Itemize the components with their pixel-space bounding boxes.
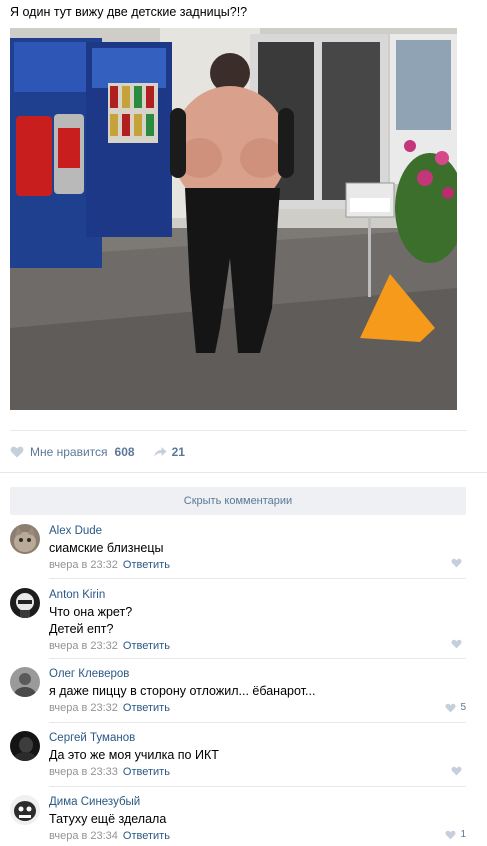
comment-like-count: 1 <box>460 829 466 840</box>
comment-author[interactable]: Alex Dude <box>49 524 466 539</box>
comment-time[interactable]: вчера в 23:32 <box>49 702 118 714</box>
comment-like-button[interactable] <box>451 766 466 776</box>
comment-meta: вчера в 23:34 Ответить <box>49 829 466 843</box>
monster-avatar-icon <box>10 795 40 825</box>
post-photo[interactable] <box>10 28 457 410</box>
cat-avatar-icon <box>10 524 40 554</box>
avatar[interactable] <box>10 795 40 825</box>
heart-icon <box>451 558 462 568</box>
person-avatar-icon <box>10 731 40 761</box>
like-label: Мне нравится <box>30 445 108 459</box>
post-photo-image <box>10 28 457 410</box>
comment-time[interactable]: вчера в 23:32 <box>49 640 118 652</box>
comment-author[interactable]: Сергей Туманов <box>49 731 466 746</box>
comment-meta: вчера в 23:32 Ответить <box>49 639 466 653</box>
reply-link[interactable]: Ответить <box>123 702 170 714</box>
reply-link[interactable]: Ответить <box>123 640 170 652</box>
comment-author[interactable]: Дима Синезубый <box>49 795 466 810</box>
comment-meta: вчера в 23:33 Ответить <box>49 765 466 779</box>
comment-text: сиамские близнецы <box>49 541 164 555</box>
comment-time[interactable]: вчера в 23:32 <box>49 559 118 571</box>
comment-divider <box>49 658 466 659</box>
comment-author[interactable]: Олег Клеверов <box>49 667 466 682</box>
comment-text: Да это же моя училка по ИКТ <box>49 748 219 762</box>
like-count: 608 <box>114 445 135 459</box>
comment-item: Олег Клеверов я даже пиццу в сторону отл… <box>10 667 466 715</box>
share-count: 21 <box>171 445 185 459</box>
reply-link[interactable]: Ответить <box>123 830 170 842</box>
comment-like-button[interactable] <box>451 558 466 568</box>
comment-item: Дима Синезубый Татуху ещё зделала вчера … <box>10 795 466 843</box>
heart-icon <box>445 830 456 839</box>
comment-divider <box>49 578 466 579</box>
share-icon <box>153 447 167 457</box>
comment-item: Anton Kirin Что она жрет? Детей епт? вче… <box>10 588 466 652</box>
post-text: Я один тут вижу две детские задницы?!? <box>10 5 248 19</box>
comment-item: Alex Dude сиамские близнецы вчера в 23:3… <box>10 524 466 572</box>
hide-comments-button[interactable]: Скрыть комментарии <box>10 487 466 515</box>
comment-meta: вчера в 23:32 Ответить <box>49 558 466 572</box>
comment-meta: вчера в 23:32 Ответить <box>49 701 466 715</box>
share-button[interactable]: 21 <box>153 445 185 459</box>
post-divider <box>10 430 467 431</box>
comment-text: Татуху ещё зделала <box>49 812 167 826</box>
comment-item: Сергей Туманов Да это же моя училка по И… <box>10 731 466 779</box>
avatar[interactable] <box>10 524 40 554</box>
comment-like-button[interactable] <box>451 639 466 649</box>
avatar[interactable] <box>10 588 40 618</box>
avatar[interactable] <box>10 731 40 761</box>
reply-link[interactable]: Ответить <box>123 766 170 778</box>
comment-divider <box>49 722 466 723</box>
heart-icon <box>10 446 24 458</box>
comment-text: Что она жрет? <box>49 605 133 619</box>
helmet-avatar-icon <box>10 588 40 618</box>
heart-icon <box>451 639 462 649</box>
comment-time[interactable]: вчера в 23:33 <box>49 766 118 778</box>
comment-author[interactable]: Anton Kirin <box>49 588 466 603</box>
reply-link[interactable]: Ответить <box>123 559 170 571</box>
person-avatar-icon <box>10 667 40 697</box>
comment-like-button[interactable]: 5 <box>445 702 466 713</box>
like-button[interactable]: Мне нравится 608 <box>10 445 135 459</box>
avatar[interactable] <box>10 667 40 697</box>
heart-icon <box>451 766 462 776</box>
heart-icon <box>445 703 456 712</box>
comment-text: я даже пиццу в сторону отложил... ёбанар… <box>49 684 316 698</box>
comment-like-count: 5 <box>460 702 466 713</box>
comment-like-button[interactable]: 1 <box>445 829 466 840</box>
post-actions: Мне нравится 608 21 <box>10 444 185 460</box>
comment-divider <box>49 786 466 787</box>
comment-text: Детей епт? <box>49 622 114 636</box>
comment-time[interactable]: вчера в 23:34 <box>49 830 118 842</box>
actions-divider <box>0 472 487 473</box>
